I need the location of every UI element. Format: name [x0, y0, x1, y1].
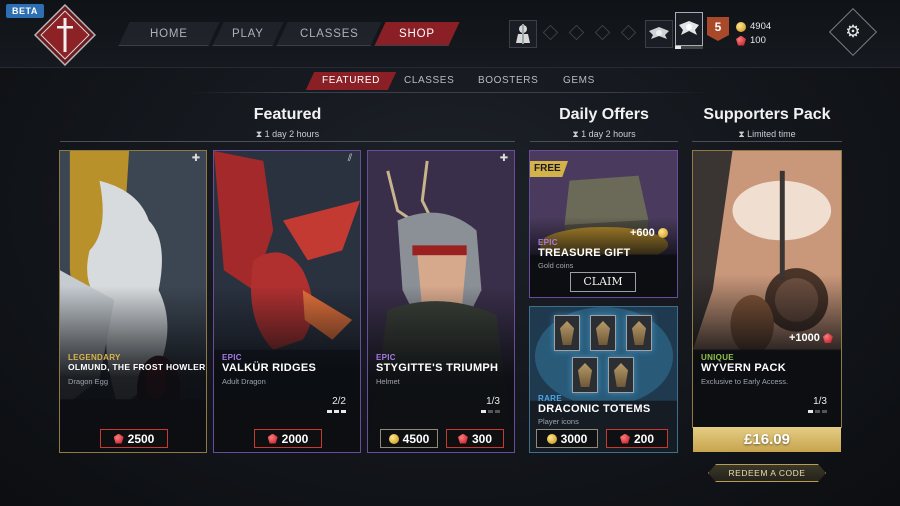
stock-pip — [822, 410, 827, 413]
gem-balance: 100 — [736, 34, 826, 47]
stock-bar — [808, 410, 827, 413]
gem-icon — [267, 433, 278, 444]
rarity-label: LEGENDARY — [68, 353, 121, 362]
game-logo[interactable] — [34, 4, 96, 66]
stock-pip — [341, 410, 346, 413]
rank-emblem[interactable] — [675, 12, 703, 46]
stock-count: 1/3 — [486, 396, 500, 407]
shield-plus-icon: ✚ — [191, 153, 201, 164]
gold-balance: 4904 — [736, 20, 826, 33]
buy-pack-button[interactable]: £16.09 — [693, 427, 841, 452]
main-nav: HOME PLAY CLASSES SHOP — [118, 22, 460, 46]
card-name: OLMUND, THE FROST HOWLER - EGG — [68, 362, 206, 372]
card-type: Adult Dragon — [222, 377, 266, 386]
card-type: Gold coins — [538, 261, 574, 270]
shop-card-wyvern-pack[interactable]: +1000 UNIQUE WYVERN PACK Exclusive to Ea… — [692, 150, 842, 428]
totem-icon — [626, 315, 652, 351]
supporters-pack-title: Supporters Pack — [703, 106, 831, 123]
card-name: TREASURE GIFT — [538, 247, 631, 259]
stock-pip — [481, 410, 486, 413]
supporters-divider — [692, 141, 842, 142]
nav-play[interactable]: PLAY — [212, 22, 284, 46]
card-name: STYGITTE'S TRIUMPH — [376, 362, 499, 374]
daily-divider — [530, 141, 678, 142]
stock-count: 2/2 — [332, 396, 346, 407]
coin-reward: +600 — [630, 227, 668, 239]
tab-gems[interactable]: GEMS — [546, 72, 610, 90]
stock-pip — [495, 410, 500, 413]
gem-icon — [457, 433, 468, 444]
gold-coin-icon — [546, 433, 557, 444]
stock-pip — [334, 410, 339, 413]
gold-coin-icon — [388, 433, 399, 444]
emblem-slot[interactable] — [645, 20, 673, 48]
rarity-label: UNIQUE — [701, 353, 734, 362]
claim-button[interactable]: CLAIM — [570, 272, 636, 292]
gem-price-button[interactable]: 2000 — [254, 429, 322, 448]
free-badge: FREE — [530, 161, 568, 177]
totem-icon — [590, 315, 616, 351]
stock-pip — [815, 410, 820, 413]
shop-card-draconic-totems[interactable]: RARE DRACONIC TOTEMS Player icons 3000 2… — [529, 306, 678, 453]
gold-price-button[interactable]: 4500 — [380, 429, 438, 448]
redeem-code-button[interactable]: REDEEM A CODE — [708, 464, 826, 482]
card-name: DRACONIC TOTEMS — [538, 403, 651, 415]
gold-coin-icon — [657, 228, 668, 238]
featured-divider — [60, 141, 515, 142]
tab-featured[interactable]: FEATURED — [305, 72, 397, 90]
card-name: VALKÜR RIDGES — [222, 362, 317, 374]
gem-icon — [822, 333, 833, 343]
class-slot[interactable] — [509, 20, 537, 48]
totem-icon — [554, 315, 580, 351]
stock-pip — [488, 410, 493, 413]
stock-pip — [808, 410, 813, 413]
knight-icon — [516, 24, 530, 44]
featured-title: Featured — [253, 106, 322, 123]
card-name: WYVERN PACK — [701, 362, 786, 374]
totem-icon — [572, 357, 598, 393]
stock-bar — [327, 410, 346, 413]
gold-price-button[interactable]: 3000 — [536, 429, 598, 448]
stock-count: 1/3 — [813, 396, 827, 407]
shop-card-valkur[interactable]: ⫽ EPIC VALKÜR RIDGES Adult Dragon 2/2 20… — [213, 150, 361, 453]
tab-classes[interactable]: CLASSES — [388, 72, 471, 90]
rarity-label: EPIC — [222, 353, 242, 362]
featured-timer: ⧗ 1 day 2 hours — [255, 129, 320, 139]
gem-icon — [619, 433, 630, 444]
gem-icon — [113, 433, 124, 444]
rank-progress-bar — [675, 46, 703, 49]
daily-offers-timer: ⧗ 1 day 2 hours — [572, 129, 636, 139]
totem-icon — [608, 357, 634, 393]
shield-plus-icon: ✚ — [499, 153, 509, 164]
shop-card-stygitte[interactable]: ✚ EPIC STYGITTE'S TRIUMPH Helmet 1/3 450… — [367, 150, 515, 453]
wings-emblem-icon — [649, 27, 669, 39]
rarity-label: RARE — [538, 394, 562, 403]
gold-coin-icon — [736, 21, 746, 32]
shop-tabs: FEATURED CLASSES BOOSTERS GEMS — [305, 72, 610, 90]
card-type: Player icons — [538, 417, 579, 426]
rank-wings-icon — [679, 21, 699, 35]
card-type: Dragon Egg — [68, 377, 109, 386]
stock-bar — [481, 410, 500, 413]
daily-offers-title: Daily Offers — [559, 106, 649, 123]
gem-icon — [736, 35, 746, 46]
rarity-label: EPIC — [538, 238, 558, 247]
nav-classes[interactable]: CLASSES — [276, 22, 382, 46]
gem-price-button[interactable]: 300 — [446, 429, 504, 448]
tabs-divider — [190, 92, 710, 93]
gem-reward: +1000 — [789, 332, 833, 344]
claw-icon: ⫽ — [347, 153, 353, 164]
supporters-pack-timer: ⧗ Limited time — [738, 129, 796, 139]
rarity-label: EPIC — [376, 353, 396, 362]
gear-icon: ⚙ — [845, 22, 861, 41]
nav-home[interactable]: HOME — [118, 22, 220, 46]
gem-price-button[interactable]: 2500 — [100, 429, 168, 448]
nav-shop[interactable]: SHOP — [374, 22, 460, 46]
card-type: Exclusive to Early Access. — [701, 377, 789, 386]
card-type: Helmet — [376, 377, 400, 386]
tab-boosters[interactable]: BOOSTERS — [462, 72, 555, 90]
stock-pip — [327, 410, 332, 413]
gem-price-button[interactable]: 200 — [606, 429, 668, 448]
shop-card-olmund[interactable]: ✚ LEGENDARY OLMUND, THE FROST HOWLER - E… — [59, 150, 207, 453]
